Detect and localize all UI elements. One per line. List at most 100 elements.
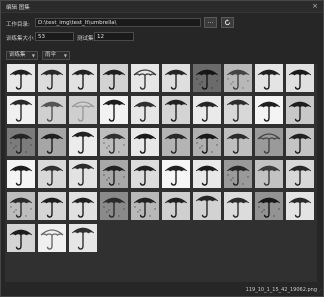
umbrella-icon <box>100 96 128 124</box>
image-thumbnail[interactable] <box>162 128 190 156</box>
image-thumbnail[interactable] <box>193 64 221 92</box>
test-size-field[interactable]: 12 <box>94 32 134 41</box>
umbrella-icon <box>193 128 221 156</box>
image-thumbnail[interactable] <box>7 128 35 156</box>
close-icon[interactable]: × <box>312 2 318 10</box>
image-thumbnail[interactable] <box>69 128 97 156</box>
umbrella-icon <box>100 128 128 156</box>
image-thumbnail[interactable] <box>69 160 97 188</box>
umbrella-icon <box>7 192 35 220</box>
image-thumbnail[interactable] <box>286 128 314 156</box>
resize-grip-icon[interactable]: ⋰ <box>317 289 322 295</box>
image-thumbnail[interactable] <box>69 64 97 92</box>
title-bar[interactable]: 编辑 图集 × <box>1 1 323 13</box>
image-thumbnail[interactable] <box>255 160 283 188</box>
image-thumbnail[interactable] <box>131 128 159 156</box>
umbrella-icon <box>7 96 35 124</box>
image-thumbnail[interactable] <box>100 96 128 124</box>
image-thumbnail[interactable] <box>100 128 128 156</box>
umbrella-icon <box>193 64 221 92</box>
image-thumbnail[interactable] <box>224 192 252 220</box>
umbrella-icon <box>131 96 159 124</box>
umbrella-icon <box>69 160 97 188</box>
umbrella-icon <box>255 192 283 220</box>
image-thumbnail[interactable] <box>7 224 35 252</box>
image-thumbnail[interactable] <box>69 192 97 220</box>
image-thumbnail[interactable] <box>131 96 159 124</box>
window-title: 编辑 图集 <box>6 5 30 11</box>
image-thumbnail[interactable] <box>162 160 190 188</box>
umbrella-icon <box>100 64 128 92</box>
umbrella-icon <box>131 192 159 220</box>
image-thumbnail[interactable] <box>38 64 66 92</box>
umbrella-icon <box>69 64 97 92</box>
image-thumbnail[interactable] <box>100 64 128 92</box>
workdir-field[interactable]: D:\test_img\test_lt\umbrella\ <box>35 18 201 27</box>
image-thumbnail[interactable] <box>162 96 190 124</box>
umbrella-icon <box>286 128 314 156</box>
training-size-field[interactable]: 53 <box>35 32 74 41</box>
label-select[interactable]: 雨伞 ▼ <box>42 51 70 60</box>
image-thumbnail[interactable] <box>69 96 97 124</box>
edit-atlas-window: 编辑 图集 × 工作目录: D:\test_img\test_lt\umbrel… <box>0 0 324 297</box>
image-thumbnail[interactable] <box>100 160 128 188</box>
image-thumbnail[interactable] <box>193 160 221 188</box>
set-select[interactable]: 训练集 ▼ <box>6 51 38 60</box>
image-thumbnail[interactable] <box>224 96 252 124</box>
umbrella-icon <box>38 160 66 188</box>
umbrella-icon <box>38 224 66 252</box>
umbrella-icon <box>286 96 314 124</box>
image-thumbnail[interactable] <box>131 192 159 220</box>
image-thumbnail[interactable] <box>38 192 66 220</box>
umbrella-icon <box>38 64 66 92</box>
umbrella-icon <box>69 224 97 252</box>
image-thumbnail[interactable] <box>286 96 314 124</box>
umbrella-icon <box>131 128 159 156</box>
umbrella-icon <box>7 160 35 188</box>
image-thumbnail[interactable] <box>255 64 283 92</box>
umbrella-icon <box>193 96 221 124</box>
image-thumbnail[interactable] <box>255 192 283 220</box>
umbrella-icon <box>69 192 97 220</box>
image-thumbnail[interactable] <box>162 192 190 220</box>
image-thumbnail[interactable] <box>7 96 35 124</box>
image-thumbnail[interactable] <box>193 96 221 124</box>
image-thumbnail[interactable] <box>286 160 314 188</box>
image-thumbnail[interactable] <box>162 64 190 92</box>
umbrella-icon <box>255 64 283 92</box>
umbrella-icon <box>100 192 128 220</box>
image-thumbnail[interactable] <box>193 192 221 220</box>
image-thumbnail[interactable] <box>7 64 35 92</box>
browse-button[interactable]: ... <box>204 17 217 28</box>
image-thumbnail[interactable] <box>38 160 66 188</box>
umbrella-icon <box>224 96 252 124</box>
refresh-button[interactable] <box>221 17 234 28</box>
image-thumbnail[interactable] <box>69 224 97 252</box>
umbrella-icon <box>162 96 190 124</box>
image-thumbnail[interactable] <box>286 192 314 220</box>
umbrella-icon <box>224 192 252 220</box>
image-thumbnail[interactable] <box>255 128 283 156</box>
image-thumbnail[interactable] <box>131 160 159 188</box>
image-thumbnail[interactable] <box>7 160 35 188</box>
umbrella-icon <box>162 192 190 220</box>
image-grid-panel[interactable] <box>5 64 317 282</box>
image-thumbnail[interactable] <box>38 96 66 124</box>
image-thumbnail[interactable] <box>100 192 128 220</box>
image-thumbnail[interactable] <box>193 128 221 156</box>
image-thumbnail[interactable] <box>224 64 252 92</box>
image-thumbnail[interactable] <box>131 64 159 92</box>
chevron-down-icon: ▼ <box>63 53 67 58</box>
image-thumbnail[interactable] <box>224 128 252 156</box>
umbrella-icon <box>7 224 35 252</box>
image-thumbnail[interactable] <box>7 192 35 220</box>
umbrella-icon <box>69 128 97 156</box>
image-thumbnail[interactable] <box>38 224 66 252</box>
umbrella-icon <box>286 160 314 188</box>
chevron-down-icon: ▼ <box>31 53 35 58</box>
image-thumbnail[interactable] <box>224 160 252 188</box>
image-thumbnail[interactable] <box>286 64 314 92</box>
image-thumbnail[interactable] <box>255 96 283 124</box>
umbrella-icon <box>193 192 221 220</box>
image-thumbnail[interactable] <box>38 128 66 156</box>
